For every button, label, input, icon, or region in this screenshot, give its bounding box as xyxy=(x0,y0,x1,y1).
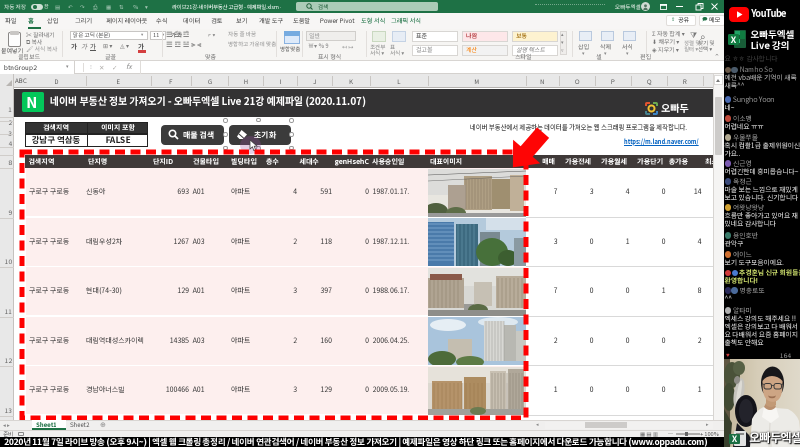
svg-text:X: X xyxy=(731,33,737,46)
svg-text:X: X xyxy=(732,433,738,445)
